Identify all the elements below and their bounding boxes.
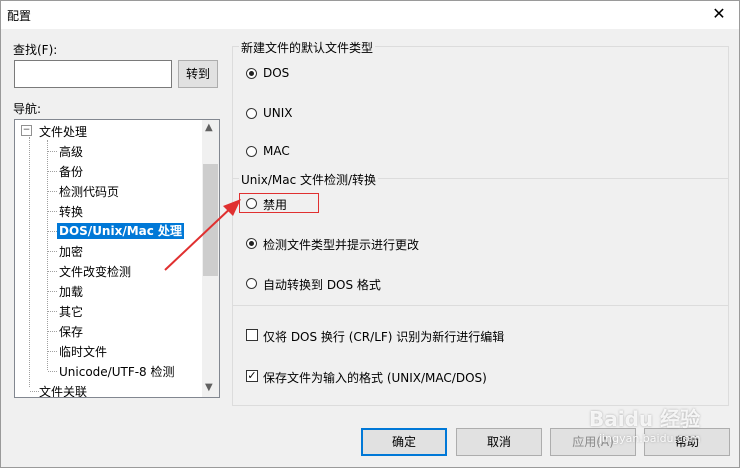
tree-item[interactable]: 其它	[59, 303, 83, 320]
radio-mac[interactable]	[246, 146, 257, 157]
cancel-button[interactable]: 取消	[456, 428, 542, 456]
radio-detect-prompt[interactable]	[246, 238, 257, 249]
radio-detect-prompt-label[interactable]: 检测文件类型并提示进行更改	[263, 236, 419, 253]
search-input[interactable]	[14, 60, 172, 88]
nav-label: 导航:	[13, 102, 42, 116]
annotation-highlight-box	[239, 193, 319, 213]
tree-item[interactable]: Unicode/UTF-8 检测	[59, 363, 175, 380]
tree-line	[29, 137, 30, 387]
tree-item[interactable]: 加载	[59, 283, 83, 300]
separator	[233, 305, 728, 306]
collapse-icon[interactable]: −	[21, 125, 32, 136]
checkbox-save-format-label[interactable]: 保存文件为输入的格式 (UNIX/MAC/DOS)	[263, 369, 487, 386]
ok-button[interactable]: 确定	[361, 428, 447, 456]
config-dialog: 配置 ✕ 查找(F): 转到 导航: − 文件处理 高级 备份 检测代码页 转换…	[0, 0, 740, 468]
detect-legend: Unix/Mac 文件检测/转换	[239, 171, 379, 188]
tree-item[interactable]: 转换	[59, 203, 83, 220]
checkbox-dos-newline[interactable]	[246, 329, 258, 341]
close-icon[interactable]: ✕	[699, 1, 739, 29]
checkbox-save-format[interactable]: ✓	[246, 370, 258, 382]
go-button[interactable]: 转到	[178, 60, 218, 88]
tree-item[interactable]: 加密	[59, 243, 83, 260]
search-label: 查找(F):	[13, 43, 58, 57]
radio-dos[interactable]	[246, 68, 257, 79]
radio-dos-label[interactable]: DOS	[263, 66, 289, 80]
tree-root-file-association[interactable]: 文件关联	[39, 383, 87, 397]
title-bar: 配置 ✕	[1, 1, 739, 29]
annotation-arrow-icon	[164, 199, 241, 271]
radio-unix-label[interactable]: UNIX	[263, 106, 293, 120]
tree-item[interactable]: 保存	[59, 323, 83, 340]
tree-item[interactable]: 备份	[59, 163, 83, 180]
tree-root-file-handling[interactable]: 文件处理	[39, 123, 87, 140]
radio-auto-convert-label[interactable]: 自动转换到 DOS 格式	[263, 276, 381, 293]
scroll-down-icon[interactable]: ▼	[205, 382, 213, 393]
baidu-watermark-url: jingyan.baidu.com	[599, 432, 701, 445]
scroll-up-icon[interactable]: ▲	[205, 122, 213, 133]
default-type-legend: 新建文件的默认文件类型	[239, 39, 376, 56]
tree-item[interactable]: 高级	[59, 143, 83, 160]
radio-mac-label[interactable]: MAC	[263, 144, 290, 158]
tree-item[interactable]: 检测代码页	[59, 183, 119, 200]
radio-auto-convert[interactable]	[246, 278, 257, 289]
settings-frame	[232, 46, 729, 406]
tree-branch-line	[47, 140, 48, 370]
window-title: 配置	[7, 9, 32, 23]
tree-item[interactable]: 文件改变检测	[59, 263, 131, 280]
radio-unix[interactable]	[246, 108, 257, 119]
checkbox-dos-newline-label[interactable]: 仅将 DOS 换行 (CR/LF) 识别为新行进行编辑	[263, 328, 504, 345]
tree-item[interactable]: 临时文件	[59, 343, 107, 360]
baidu-watermark-logo: Baidu 经验	[589, 407, 701, 431]
